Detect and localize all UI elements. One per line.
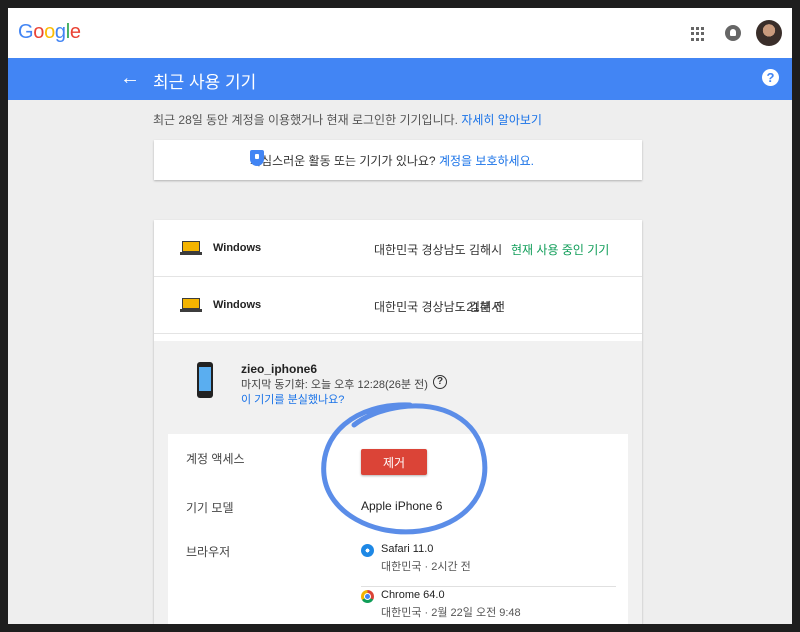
help-icon[interactable]: ?: [433, 375, 447, 389]
device-name: Windows: [213, 242, 262, 254]
browser-detail: 대한민국 · 2월 22일 오전 9:48: [381, 607, 521, 619]
back-arrow-icon[interactable]: ←: [120, 67, 140, 90]
shield-icon: [250, 150, 264, 166]
protect-account-card: 의심스러운 활동 또는 기기가 있나요? 계정을 보호하세요.: [154, 140, 642, 180]
devices-card: Windows 대한민국 경상남도 김해시 현재 사용 중인 기기 Window…: [154, 220, 642, 624]
protect-question: 의심스러운 활동 또는 기기가 있나요?: [250, 154, 436, 168]
device-name: Windows: [213, 299, 262, 311]
intro-text: 최근 28일 동안 계정을 이용했거나 현재 로그인한 기기입니다. 자세히 알…: [153, 111, 542, 128]
phone-icon: [197, 362, 213, 398]
page-title: 최근 사용 기기: [153, 73, 257, 92]
browser-detail: 대한민국 · 2시간 전: [381, 561, 471, 573]
avatar[interactable]: [756, 20, 782, 46]
account-access-label: 계정 액세스: [186, 452, 245, 466]
last-sync-text: 마지막 동기화: 오늘 오후 12:28(26분 전): [241, 379, 428, 391]
remove-button[interactable]: 제거: [361, 449, 427, 475]
device-status: 현재 사용 중인 기기: [511, 243, 610, 257]
top-bar: Google: [8, 8, 792, 58]
logo-letter: e: [69, 21, 81, 43]
device-row[interactable]: Windows 대한민국 경상남도 김해시 · 21분 전: [154, 277, 642, 334]
device-row[interactable]: Windows 대한민국 경상남도 김해시 현재 사용 중인 기기: [154, 220, 642, 277]
device-location: 대한민국 경상남도 김해시: [374, 243, 503, 257]
learn-more-link[interactable]: 자세히 알아보기: [461, 113, 542, 127]
device-model-value: Apple iPhone 6: [361, 499, 443, 513]
divider: [361, 586, 616, 587]
secure-account-link[interactable]: 계정을 보호하세요.: [439, 154, 534, 168]
help-icon[interactable]: ?: [762, 69, 779, 86]
protect-text: 의심스러운 활동 또는 기기가 있나요? 계정을 보호하세요.: [250, 152, 534, 169]
device-details: 계정 액세스 제거 기기 모델 Apple iPhone 6 브라우저 Safa…: [168, 434, 628, 624]
title-bar: ← 최근 사용 기기 ?: [8, 58, 792, 100]
browser-name: Safari 11.0: [381, 543, 434, 555]
device-name: zieo_iphone6: [241, 362, 318, 376]
intro-description: 최근 28일 동안 계정을 이용했거나 현재 로그인한 기기입니다.: [153, 113, 458, 127]
lost-device-link[interactable]: 이 기기를 분실했나요?: [241, 391, 344, 407]
expanded-device-panel: zieo_iphone6 마지막 동기화: 오늘 오후 12:28(26분 전)…: [154, 341, 642, 624]
logo-letter: G: [18, 21, 34, 43]
chrome-icon: [361, 590, 374, 603]
laptop-icon: [180, 241, 202, 255]
device-last-seen: · 21분 전: [459, 300, 506, 314]
browser-name: Chrome 64.0: [381, 589, 445, 601]
logo-letter: o: [44, 21, 55, 43]
logo-letter: g: [54, 21, 66, 43]
google-logo[interactable]: Google: [18, 21, 81, 44]
safari-icon: [361, 544, 374, 557]
device-model-label: 기기 모델: [186, 501, 234, 515]
browser-frame: Google ← 최근 사용 기기 ? 최근 28일 동안 계정을 이용했거나 …: [8, 8, 792, 624]
logo-letter: o: [33, 21, 45, 43]
browser-label: 브라우저: [186, 545, 231, 559]
laptop-icon: [180, 298, 202, 312]
notifications-icon[interactable]: [725, 25, 741, 41]
apps-icon[interactable]: [691, 27, 705, 41]
